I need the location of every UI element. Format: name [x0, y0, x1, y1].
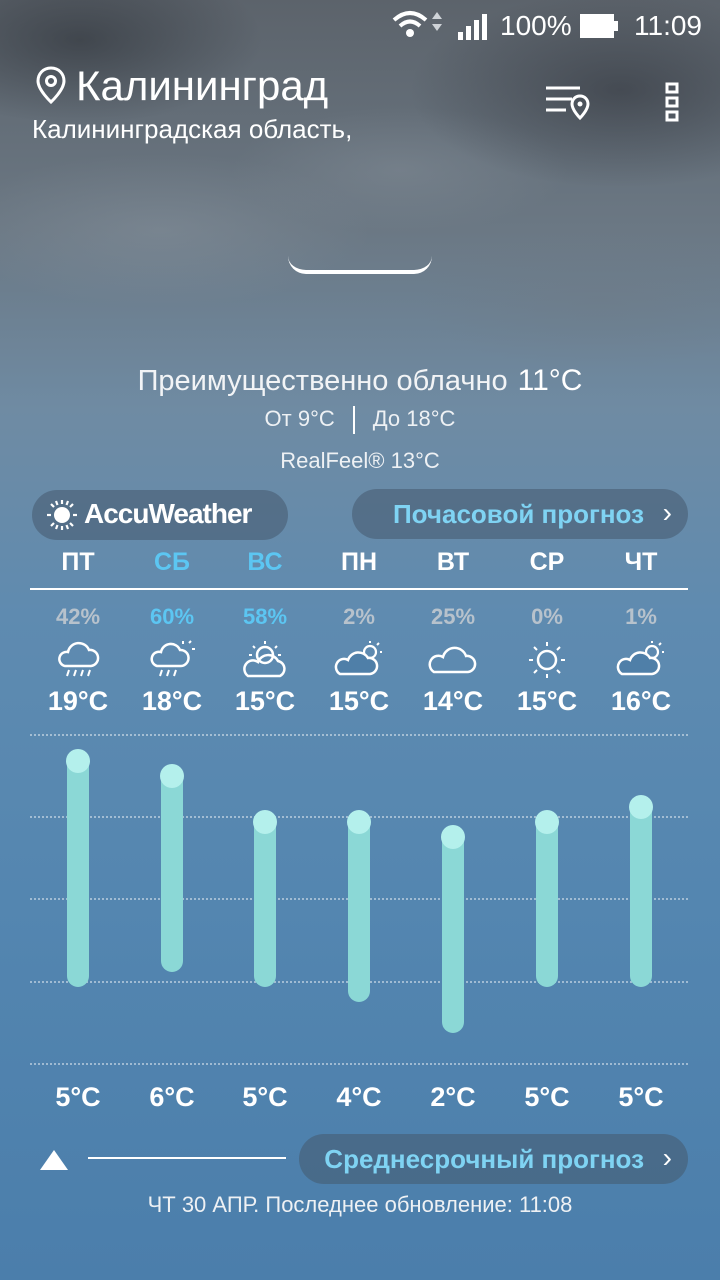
signal-icon — [458, 14, 487, 40]
realfeel: RealFeel® 13°C — [280, 448, 440, 473]
grid-line — [30, 734, 688, 736]
high-temperature: 16°C — [610, 686, 672, 716]
low-temperature: 5°C — [524, 1082, 570, 1112]
temperature-bar-cap — [535, 810, 559, 835]
chevron-right-icon: › — [662, 1142, 672, 1173]
cloud-icon — [428, 646, 477, 674]
battery-percent: 100% — [500, 10, 572, 41]
temperature-range: От 9°C До 18°C — [0, 406, 720, 435]
status-bar: 100% 11:09 — [0, 0, 720, 50]
precipitation-chance: 42% — [55, 604, 101, 629]
wifi-icon — [392, 11, 442, 37]
temperature-bar — [535, 810, 559, 988]
low-temperature: 5°C — [55, 1082, 101, 1112]
cloud-rain-icon — [58, 641, 100, 677]
low-temperature: 4°C — [336, 1082, 382, 1112]
min-temperature: От 9°C — [264, 406, 335, 431]
hourly-forecast-label: Почасовой прогноз — [392, 499, 644, 529]
midterm-forecast-label: Среднесрочный прогноз — [324, 1144, 644, 1174]
temperature-bar — [629, 794, 653, 988]
day-label: ПН — [340, 548, 378, 576]
precipitation-chance: 58% — [242, 604, 288, 629]
hourly-forecast-button[interactable]: Почасовой прогноз › — [352, 489, 688, 539]
current-temperature: 11°C — [517, 364, 583, 397]
manage-locations-icon[interactable] — [544, 82, 592, 124]
low-temperature: 2°C — [430, 1082, 476, 1112]
sun-icon — [529, 642, 565, 678]
high-temperature: 19°C — [47, 686, 109, 716]
pull-handle[interactable] — [288, 256, 432, 274]
precipitation-chance: 25% — [430, 604, 476, 629]
temperature-bar-cap — [66, 748, 90, 773]
condition-text: Преимущественно облачно — [137, 365, 508, 397]
high-temperature: 18°C — [141, 686, 203, 716]
low-temperature: 6°C — [149, 1082, 195, 1112]
cloud-sun-icon — [334, 641, 382, 676]
chevron-right-icon: › — [662, 497, 672, 528]
temperature-bar-cap — [160, 764, 184, 789]
battery-icon — [580, 14, 618, 38]
high-temperature: 14°C — [422, 686, 484, 716]
last-updated: ЧТ 30 АПР. Последнее обновление: 11:08 — [147, 1192, 573, 1217]
temperature-bar — [347, 810, 371, 1003]
clock: 11:09 — [634, 10, 702, 41]
temperature-bar — [441, 825, 465, 1033]
day-label: ВТ — [436, 548, 470, 576]
forecast-days-header: ПТ СБ ВС ПН ВТ СР ЧТ — [30, 548, 688, 590]
day-label: СБ — [153, 548, 191, 576]
temperature-bar-cap — [253, 810, 277, 835]
accuweather-label: AccuWeather — [84, 498, 252, 529]
cloud-sun-icon — [616, 641, 664, 676]
precipitation-chance: 1% — [625, 604, 657, 629]
low-temperature: 5°C — [242, 1082, 288, 1112]
region-name: Калининградская область, — [32, 114, 353, 144]
more-options-icon[interactable] — [662, 82, 682, 122]
grid-line — [30, 1063, 688, 1065]
midterm-forecast-button[interactable]: Среднесрочный прогноз › — [299, 1134, 688, 1184]
day-label: ВС — [247, 548, 283, 576]
high-temperature: 15°C — [234, 686, 296, 716]
day-label: СР — [529, 548, 565, 576]
temperature-bar — [160, 764, 184, 972]
max-temperature: До 18°C — [372, 406, 456, 431]
divider-line — [88, 1157, 286, 1159]
precipitation-chance: 0% — [531, 604, 563, 629]
day-label: ЧТ — [624, 548, 658, 576]
current-condition: Преимущественно облачно 11°C — [0, 364, 720, 398]
high-temperature: 15°C — [516, 686, 578, 716]
temperature-bar — [66, 748, 90, 988]
temperature-bar-cap — [629, 794, 653, 819]
day-label: ПТ — [61, 548, 95, 576]
temperature-bar — [253, 810, 277, 988]
cloud-sun-rain-icon — [150, 640, 195, 677]
city-name: Калининград — [76, 62, 329, 109]
location-pin-icon — [36, 66, 66, 104]
sun-logo-icon — [47, 500, 77, 530]
precipitation-chance: 2% — [343, 604, 375, 629]
precipitation-chance: 60% — [149, 604, 195, 629]
low-temperature: 5°C — [618, 1082, 664, 1112]
sun-cloud-icon — [243, 641, 286, 678]
temperature-bar-cap — [347, 810, 371, 835]
bottom-controls: Среднесрочный прогноз › — [0, 1134, 720, 1184]
collapse-up-icon[interactable] — [40, 1150, 68, 1170]
accuweather-button[interactable]: AccuWeather — [32, 490, 288, 540]
high-temperature: 15°C — [328, 686, 390, 716]
range-divider — [352, 406, 355, 435]
temperature-bar-cap — [441, 825, 465, 850]
